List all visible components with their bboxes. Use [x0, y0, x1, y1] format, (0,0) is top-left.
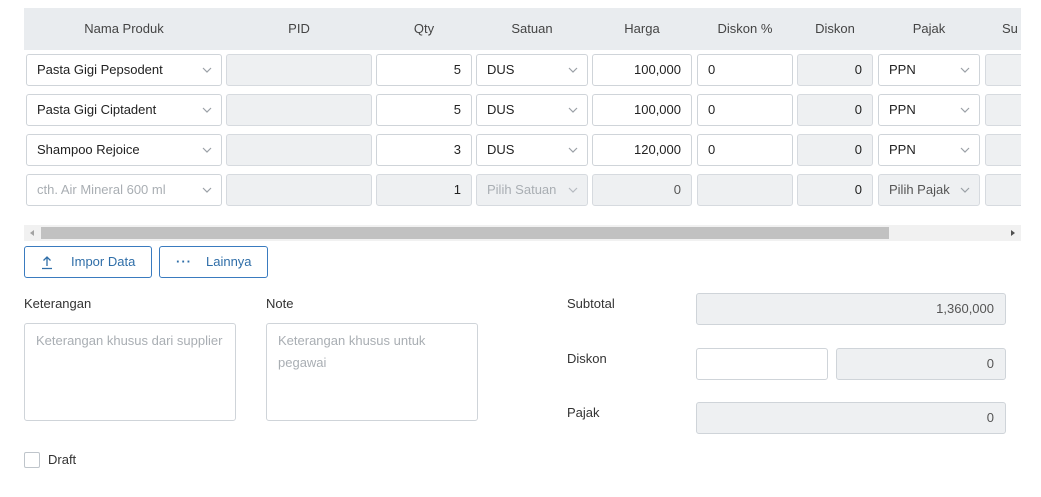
chevron-down-icon — [201, 184, 213, 196]
chevron-down-icon — [567, 184, 579, 196]
header-nama-produk: Nama Produk — [84, 21, 164, 36]
qty-input[interactable]: 5 — [376, 54, 472, 86]
diskon-field: 0 — [797, 134, 873, 166]
harga-input[interactable]: 100,000 — [592, 94, 692, 126]
product-name: Pasta Gigi Pepsodent — [37, 62, 163, 77]
qty-input[interactable]: 5 — [376, 94, 472, 126]
diskon-summary-value: 0 — [836, 348, 1006, 380]
import-data-label: Impor Data — [71, 254, 136, 269]
more-button[interactable]: ··· Lainnya — [159, 246, 268, 278]
satuan-placeholder: Pilih Satuan — [487, 182, 557, 197]
chevron-down-icon — [567, 64, 579, 76]
harga-input[interactable]: 120,000 — [592, 134, 692, 166]
qty-input: 1 — [376, 174, 472, 206]
diskon-persen-input[interactable]: 0 — [697, 134, 793, 166]
qty-input[interactable]: 3 — [376, 134, 472, 166]
diskon-persen-input[interactable]: 0 — [697, 54, 793, 86]
horizontal-scrollbar[interactable] — [24, 225, 1021, 241]
pajak-summary-value: 0 — [696, 402, 1006, 434]
pajak-value: PPN — [889, 62, 916, 77]
diskon-summary-input[interactable] — [696, 348, 828, 380]
keterangan-textarea[interactable]: Keterangan khusus dari supplier — [24, 323, 236, 421]
satuan-value: DUS — [487, 102, 515, 117]
note-placeholder: Keterangan khusus untuk pegawai — [278, 333, 426, 370]
more-dots-icon: ··· — [176, 254, 192, 269]
product-select[interactable]: Pasta Gigi Ciptadent — [26, 94, 222, 126]
pajak-value: PPN — [889, 142, 916, 157]
satuan-value: DUS — [487, 62, 515, 77]
scroll-left-arrow-icon[interactable] — [24, 225, 40, 241]
subtotal-field — [985, 134, 1021, 166]
pajak-select[interactable]: PPN — [878, 134, 980, 166]
header-subtotal: Su — [1002, 21, 1018, 36]
more-label: Lainnya — [206, 254, 252, 269]
note-textarea[interactable]: Keterangan khusus untuk pegawai — [266, 323, 478, 421]
keterangan-label: Keterangan — [24, 296, 92, 311]
diskon-persen-input[interactable]: 0 — [697, 94, 793, 126]
satuan-select[interactable]: DUS — [476, 94, 588, 126]
product-placeholder: cth. Air Mineral 600 ml — [37, 182, 166, 197]
pajak-select: Pilih Pajak — [878, 174, 980, 206]
pid-field — [226, 134, 372, 166]
header-harga: Harga — [624, 21, 660, 36]
chevron-down-icon — [959, 104, 971, 116]
harga-input[interactable]: 100,000 — [592, 54, 692, 86]
chevron-down-icon — [959, 184, 971, 196]
pajak-select[interactable]: PPN — [878, 94, 980, 126]
import-data-button[interactable]: Impor Data — [24, 246, 152, 278]
diskon-field: 0 — [797, 94, 873, 126]
pid-field — [226, 94, 372, 126]
subtotal-value: 1,360,000 — [696, 293, 1006, 325]
header-diskon: Diskon — [815, 21, 855, 36]
product-name: Pasta Gigi Ciptadent — [37, 102, 157, 117]
diskon-persen-input — [697, 174, 793, 206]
header-qty: Qty — [413, 21, 435, 36]
pid-field — [226, 54, 372, 86]
pajak-summary-label: Pajak — [567, 405, 600, 420]
chevron-down-icon — [567, 144, 579, 156]
chevron-down-icon — [201, 104, 213, 116]
pid-field — [226, 174, 372, 206]
scroll-right-arrow-icon[interactable] — [1005, 225, 1021, 241]
harga-input: 0 — [592, 174, 692, 206]
header-pid: PID — [288, 21, 310, 36]
diskon-field: 0 — [797, 174, 873, 206]
keterangan-placeholder: Keterangan khusus dari supplier — [36, 333, 223, 348]
header-satuan: Satuan — [511, 21, 553, 36]
header-pajak: Pajak — [912, 21, 946, 36]
upload-icon — [41, 247, 53, 277]
pajak-placeholder: Pilih Pajak — [889, 182, 950, 197]
subtotal-field — [985, 94, 1021, 126]
satuan-value: DUS — [487, 142, 515, 157]
draft-checkbox[interactable] — [24, 452, 40, 468]
scrollbar-thumb[interactable] — [41, 227, 889, 239]
product-select[interactable]: Shampoo Rejoice — [26, 134, 222, 166]
diskon-field: 0 — [797, 54, 873, 86]
pajak-select[interactable]: PPN — [878, 54, 980, 86]
draft-label: Draft — [48, 452, 77, 467]
satuan-select: Pilih Satuan — [476, 174, 588, 206]
chevron-down-icon — [201, 144, 213, 156]
table-header: Nama Produk PID Qty Satuan Harga Diskon … — [24, 8, 1021, 50]
diskon-summary-label: Diskon — [567, 351, 607, 366]
subtotal-field — [985, 174, 1021, 206]
product-select[interactable]: Pasta Gigi Pepsodent — [26, 54, 222, 86]
chevron-down-icon — [201, 64, 213, 76]
satuan-select[interactable]: DUS — [476, 134, 588, 166]
subtotal-label: Subtotal — [567, 296, 615, 311]
subtotal-field — [985, 54, 1021, 86]
satuan-select[interactable]: DUS — [476, 54, 588, 86]
product-name: Shampoo Rejoice — [37, 142, 140, 157]
product-table: Nama Produk PID Qty Satuan Harga Diskon … — [24, 8, 1021, 240]
header-diskon-persen: Diskon % — [717, 21, 773, 36]
note-label: Note — [266, 296, 294, 311]
chevron-down-icon — [959, 64, 971, 76]
product-select[interactable]: cth. Air Mineral 600 ml — [26, 174, 222, 206]
chevron-down-icon — [567, 104, 579, 116]
pajak-value: PPN — [889, 102, 916, 117]
chevron-down-icon — [959, 144, 971, 156]
